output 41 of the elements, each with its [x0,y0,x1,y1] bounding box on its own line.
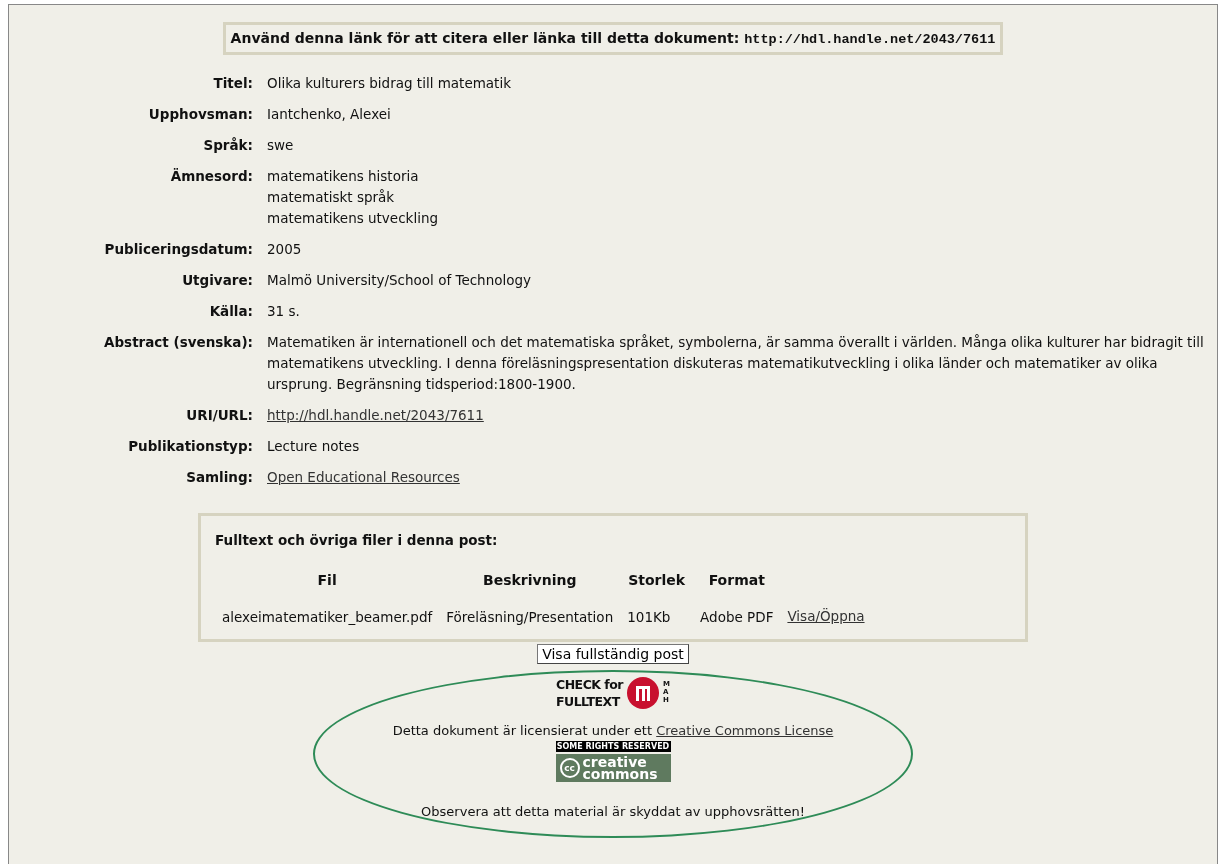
column-header: Format [707,572,766,590]
column-header: Storlek [627,572,687,590]
column-header: Beskrivning [482,572,578,590]
full-record-button[interactable]: Visa fullständig post [537,644,689,664]
field-label: Ämnesord: [169,167,253,186]
files-heading: Fulltext och övriga filer i denna post: [215,532,499,548]
field-value: swe [267,136,295,155]
table-cell-text: 101Kb [626,607,672,627]
field-link[interactable]: Open Educational Resources [267,469,460,485]
citation-notice: Använd denna länk för att citera eller länka till detta dokument: http://hdl.handle.net/2043/7611 [222,22,1004,55]
field-link[interactable]: http://hdl.handle.net/2043/7611 [267,407,484,423]
table-cell-text: Adobe PDF [699,607,775,627]
field-value: matematikens utveckling [267,209,440,228]
logo-icon [627,677,660,709]
license-sentence: Detta dokument är licensierat under ett Creative Commons License [392,722,834,740]
field-label: Publiceringsdatum: [103,240,253,259]
field-value: Lecture notes [267,437,361,456]
column-header: Fil [316,572,338,590]
field-label: Upphovsman: [147,105,253,124]
field-label: Samling: [185,468,253,487]
field-value: Malmö University/School of Technology [267,271,533,290]
field-label: Titel: [212,74,253,93]
field-value: matematiskt språk [267,188,396,207]
field-label: Utgivare: [181,271,253,290]
field-value: 31 s. [267,302,301,321]
field-label: URI/URL: [185,406,253,425]
field-label: Språk: [202,136,253,155]
field-label: Källa: [208,302,253,321]
field-value: matematikens historia [267,167,420,186]
field-value: Olika kulturers bidrag till matematik [267,74,512,93]
table-cell-text: Föreläsning/Presentation [445,607,615,627]
field-value: 2005 [267,240,303,259]
field-value: Matematiken är internationell och det matematiska språket, symbolerna, är samma överallt i världen. Många olika kulturer har bidragit till matematikens utveckling. I denna föreläsningspresentation diskuteras matematikutveckling i olika länder och matematiker av olika ursprung. Begränsning tidsperiod:1800-1900. [267,333,1205,394]
license-link[interactable]: Creative Commons License [656,723,834,738]
field-label: Abstract (svenska): [103,333,253,352]
copyright-notice: Observera att detta material är skyddat av upphovsrätten! [421,804,805,819]
table-cell-text: alexeimatematiker_beamer.pdf [221,607,434,627]
field-value: Iantchenko, Alexei [267,105,392,124]
check-fulltext-badge[interactable]: CHECK for FULLTEXT [555,676,624,710]
open-link[interactable]: Visa/Öppna [787,608,865,624]
field-label: Publikationstyp: [127,437,253,456]
